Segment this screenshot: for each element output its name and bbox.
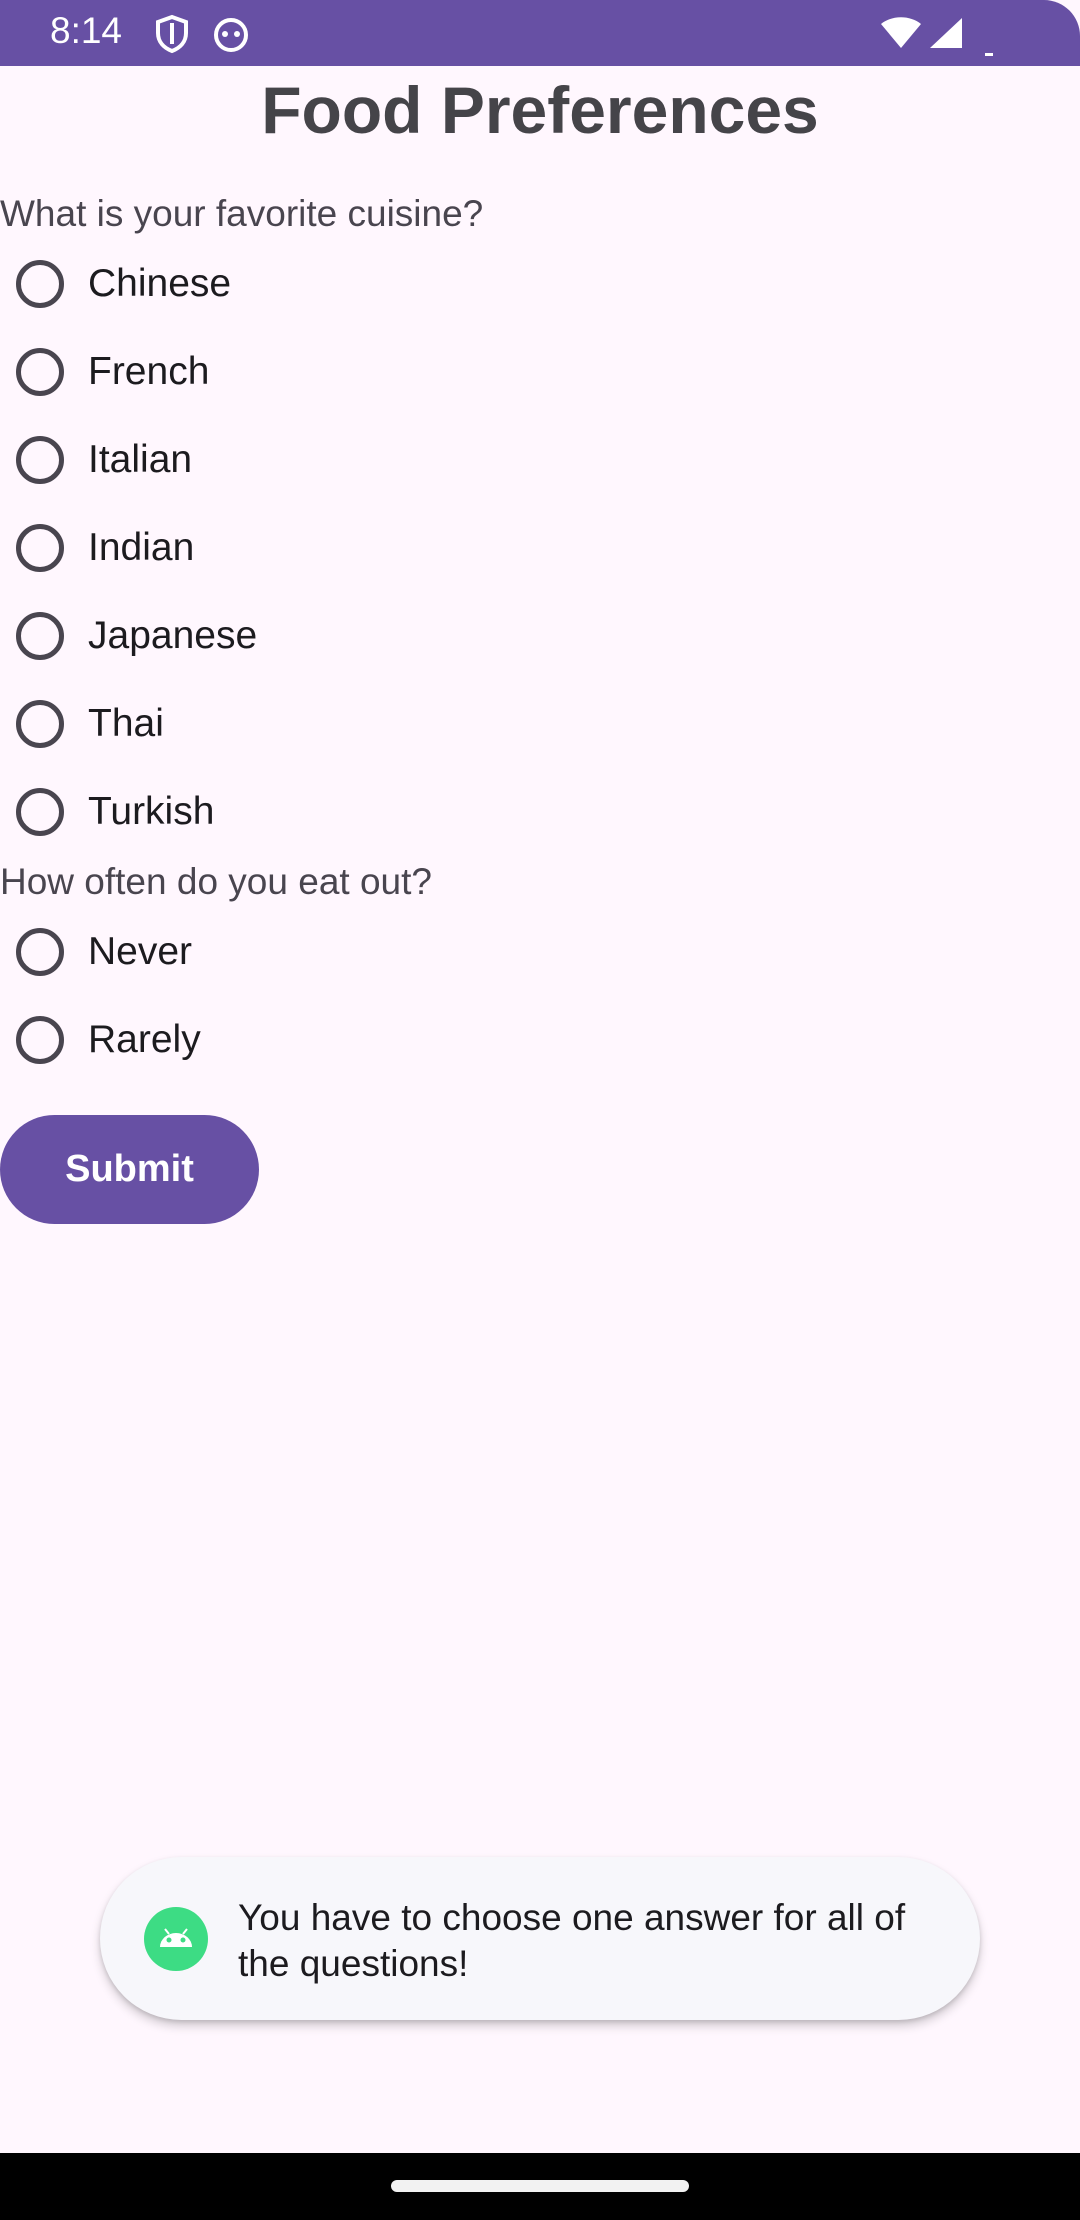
radio-button[interactable] xyxy=(16,524,64,572)
home-handle[interactable] xyxy=(391,2180,689,2192)
radio-label: Indian xyxy=(88,526,195,569)
radio-label: Turkish xyxy=(88,790,215,833)
radio-option-rarely[interactable]: Rarely xyxy=(0,996,600,1084)
radio-label: Japanese xyxy=(88,614,258,657)
radio-button[interactable] xyxy=(16,700,64,748)
radio-button[interactable] xyxy=(16,436,64,484)
radio-option-italian[interactable]: Italian xyxy=(0,416,600,504)
radio-button[interactable] xyxy=(16,788,64,836)
radio-option-japanese[interactable]: Japanese xyxy=(0,592,600,680)
radio-button[interactable] xyxy=(16,1016,64,1064)
radio-label: French xyxy=(88,350,210,393)
radio-option-never[interactable]: Never xyxy=(0,908,600,996)
radio-label: Italian xyxy=(88,438,193,481)
radio-label: Chinese xyxy=(88,262,232,305)
submit-button[interactable]: Submit xyxy=(0,1115,259,1224)
radio-button[interactable] xyxy=(16,260,64,308)
questions-scroll-area[interactable]: What is your favorite cuisine? Chinese F… xyxy=(0,0,1080,1100)
radio-label: Never xyxy=(88,930,193,973)
radio-label: Thai xyxy=(88,702,164,745)
navigation-bar xyxy=(0,2153,1080,2220)
radio-button[interactable] xyxy=(16,928,64,976)
question-eat-out: How often do you eat out? xyxy=(0,861,432,902)
toast-text: You have to choose one answer for all of… xyxy=(238,1897,906,1984)
radio-label: Rarely xyxy=(88,1018,201,1061)
radio-option-indian[interactable]: Indian xyxy=(0,504,600,592)
android-icon xyxy=(144,1907,208,1971)
radio-option-french[interactable]: French xyxy=(0,328,600,416)
radio-option-chinese[interactable]: Chinese xyxy=(0,240,600,328)
radio-option-partial[interactable] xyxy=(0,1084,600,1100)
radio-option-turkish[interactable]: Turkish xyxy=(0,768,600,856)
toast-message: You have to choose one answer for all of… xyxy=(100,1857,980,2020)
radio-option-thai[interactable]: Thai xyxy=(0,680,600,768)
radio-button[interactable] xyxy=(16,612,64,660)
question-cuisine: What is your favorite cuisine? xyxy=(0,193,484,234)
radio-button[interactable] xyxy=(16,348,64,396)
